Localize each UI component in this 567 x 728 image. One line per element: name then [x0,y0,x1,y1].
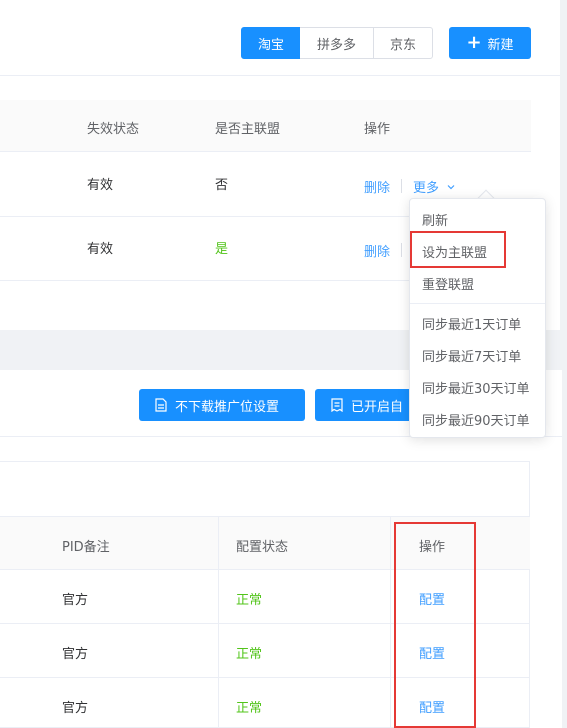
is-main-cell: 否 [215,178,229,193]
column-divider [218,516,219,728]
delete-link[interactable]: 删除 [364,177,390,196]
header-status: 失效状态 [87,122,140,137]
pid-remark-cell: 官方 [62,593,89,608]
plus-icon: + [466,32,482,53]
union-table-header: 失效状态 是否主联盟 操作 [0,100,531,152]
menu-item-sync-90-days[interactable]: 同步最近90天订单 [410,403,545,435]
menu-divider [410,303,545,304]
receipt-icon [331,398,343,412]
divider [401,243,402,257]
tab-jingdong[interactable]: 京东 [373,27,433,59]
config-status-cell: 正常 [236,647,263,662]
document-icon [155,398,167,412]
pid-remark-cell: 官方 [62,647,89,662]
menu-item-relogin-union[interactable]: 重登联盟 [410,267,545,299]
config-status-cell: 正常 [236,593,263,608]
config-status-cell: 正常 [236,701,263,716]
divider [401,179,402,193]
highlight-box [394,522,476,728]
is-main-cell: 是 [215,242,229,257]
pid-remark-cell: 官方 [62,701,89,716]
new-button[interactable]: + 新建 [449,27,531,59]
auto-enabled-button[interactable]: 已开启自 [315,389,409,421]
header-pid-remark: PID备注 [62,540,110,555]
more-dropdown[interactable]: 更多 [413,177,456,196]
no-download-setting-label: 不下载推广位设置 [175,399,280,415]
no-download-setting-button[interactable]: 不下载推广位设置 [139,389,305,421]
status-cell: 有效 [87,242,114,257]
menu-item-sync-30-days[interactable]: 同步最近30天订单 [410,371,545,403]
tab-taobao[interactable]: 淘宝 [241,27,301,59]
highlight-box [410,231,506,268]
menu-item-sync-1-day[interactable]: 同步最近1天订单 [410,307,545,339]
status-cell: 有效 [87,178,114,193]
tab-pinduoduo[interactable]: 拼多多 [300,27,374,59]
delete-link[interactable]: 删除 [364,241,390,260]
column-divider [390,516,391,728]
auto-enabled-label: 已开启自 [351,399,404,415]
new-button-label: 新建 [487,37,514,53]
chevron-down-icon [447,185,455,190]
header-is-main: 是否主联盟 [215,122,281,137]
header-actions: 操作 [364,122,391,137]
more-label: 更多 [413,181,440,196]
header-config-status: 配置状态 [236,540,289,555]
menu-item-sync-7-days[interactable]: 同步最近7天订单 [410,339,545,371]
